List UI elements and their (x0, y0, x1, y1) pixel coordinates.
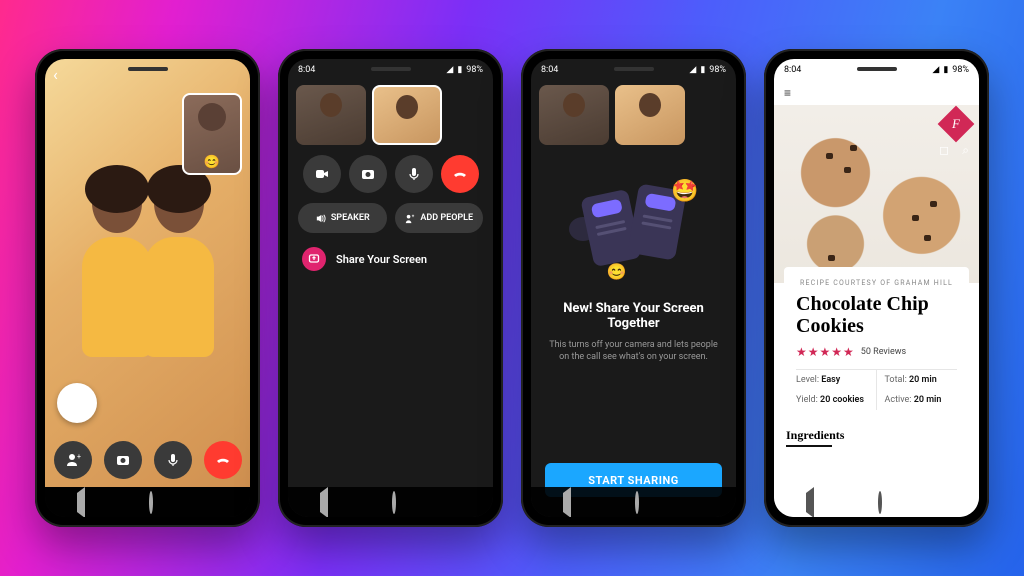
signal-icon: ▮ (943, 65, 948, 75)
nav-home-icon[interactable] (635, 493, 639, 512)
star-rating-icon: ★★★★★ (796, 345, 855, 359)
nav-back-icon[interactable] (563, 493, 571, 512)
back-chevron-icon[interactable]: ‹ (53, 65, 58, 84)
add-person-icon: + (65, 452, 81, 468)
wifi-icon: ◢ (446, 65, 453, 75)
recipe-card: RECIPE COURTESY OF GRAHAM HILL Chocolate… (784, 267, 969, 418)
reaction-emoji-icon: 😊 (204, 155, 220, 170)
call-controls: + (45, 441, 250, 479)
self-view-pip[interactable]: 😊 (182, 93, 242, 175)
add-people-button[interactable]: + ADD PEOPLE (395, 203, 484, 233)
signal-icon: ▮ (457, 65, 462, 75)
emoji-icon: 😊 (607, 262, 627, 281)
mute-button[interactable] (395, 155, 433, 193)
heading-underline (786, 445, 832, 447)
battery-label: 98% (952, 65, 969, 75)
status-bar: 8:04 ◢ ▮ 98% (531, 59, 736, 81)
screen-1: ‹ 😊 + (45, 59, 250, 517)
screen-2: 8:04 ◢ ▮ 98% (288, 59, 493, 517)
microphone-icon (406, 166, 422, 182)
phone-hangup-icon (451, 165, 469, 183)
participant-thumb[interactable] (296, 85, 366, 145)
camera-icon (115, 452, 131, 468)
camera-icon (360, 166, 376, 182)
share-screen-badge-icon (302, 247, 326, 271)
android-nav-bar (774, 487, 979, 517)
brand-badge[interactable]: F (938, 106, 975, 143)
phone-mockup-2: 8:04 ◢ ▮ 98% (278, 49, 503, 527)
phone-mockup-4: 8:04 ◢ ▮ 98% ≡ F ◻ ⌕ RECIPE COURTESY OF … (764, 49, 989, 527)
participant-thumbnails (288, 81, 493, 149)
participant-thumb[interactable] (615, 85, 685, 145)
nav-home-icon[interactable] (149, 493, 153, 512)
bookmark-icon[interactable]: ◻ (939, 143, 949, 157)
end-call-button[interactable] (441, 155, 479, 193)
nav-back-icon[interactable] (320, 493, 328, 512)
nav-back-icon[interactable] (806, 493, 814, 512)
status-bar: 8:04 ◢ ▮ 98% (774, 59, 979, 81)
status-time: 8:04 (541, 65, 558, 75)
search-icon[interactable]: ⌕ (962, 143, 969, 158)
recipe-courtesy: RECIPE COURTESY OF GRAHAM HILL (796, 279, 957, 287)
speaker-icon (315, 213, 326, 224)
flip-camera-button[interactable] (104, 441, 142, 479)
mute-button[interactable] (154, 441, 192, 479)
android-nav-bar (45, 487, 250, 517)
nav-home-icon[interactable] (878, 493, 882, 512)
recipe-hero-image: F ◻ ⌕ (774, 105, 979, 283)
nav-home-icon[interactable] (392, 493, 396, 512)
menu-icon[interactable]: ≡ (784, 86, 791, 100)
speaker-label: SPEAKER (331, 213, 370, 223)
ingredients-heading: Ingredients (786, 428, 967, 443)
phone-hangup-icon (214, 451, 232, 469)
recipe-title: Chocolate Chip Cookies (796, 293, 957, 337)
emoji-icon: 🤩 (671, 179, 698, 204)
add-person-button[interactable]: + (54, 441, 92, 479)
android-nav-bar (531, 487, 736, 517)
secondary-controls: SPEAKER + ADD PEOPLE (288, 199, 493, 237)
share-screen-promo: 😊 🤩 New! Share Your Screen Together This… (531, 149, 736, 517)
promo-subtitle: This turns off your camera and lets peop… (545, 339, 722, 363)
svg-text:+: + (77, 453, 81, 461)
end-call-button[interactable] (204, 441, 242, 479)
phone-mockup-1: ‹ 😊 + (35, 49, 260, 527)
microphone-icon (165, 452, 181, 468)
participant-thumb-self[interactable] (372, 85, 442, 145)
participant-thumb[interactable] (539, 85, 609, 145)
nav-back-icon[interactable] (77, 493, 85, 512)
participant-thumbnails (531, 81, 736, 149)
reviews-count: 50 Reviews (861, 347, 906, 357)
android-nav-bar (288, 487, 493, 517)
screen-4: 8:04 ◢ ▮ 98% ≡ F ◻ ⌕ RECIPE COURTESY OF … (774, 59, 979, 517)
status-time: 8:04 (298, 65, 315, 75)
svg-text:+: + (412, 214, 415, 219)
battery-label: 98% (709, 65, 726, 75)
phone-mockup-3: 8:04 ◢ ▮ 98% 😊 🤩 New! Share Your Screen … (521, 49, 746, 527)
share-screen-label: Share Your Screen (336, 253, 427, 266)
camera-shutter-button[interactable] (57, 383, 97, 423)
recipe-meta: Level: Easy Total: 20 min Yield: 20 cook… (796, 369, 957, 410)
status-time: 8:04 (784, 65, 801, 75)
battery-label: 98% (466, 65, 483, 75)
add-person-icon: + (404, 213, 415, 224)
promo-illustration: 😊 🤩 (569, 173, 699, 283)
share-screen-row[interactable]: Share Your Screen (288, 237, 493, 281)
wifi-icon: ◢ (932, 65, 939, 75)
flip-camera-button[interactable] (349, 155, 387, 193)
start-sharing-label: START SHARING (588, 474, 678, 487)
signal-icon: ▮ (700, 65, 705, 75)
status-bar: 8:04 ◢ ▮ 98% (288, 59, 493, 81)
speaker-button[interactable]: SPEAKER (298, 203, 387, 233)
toggle-video-button[interactable] (303, 155, 341, 193)
app-top-bar: ≡ (774, 81, 979, 105)
call-controls (288, 149, 493, 199)
video-icon (314, 166, 330, 182)
screen-3: 8:04 ◢ ▮ 98% 😊 🤩 New! Share Your Screen … (531, 59, 736, 517)
add-people-label: ADD PEOPLE (420, 213, 473, 223)
rating-row[interactable]: ★★★★★ 50 Reviews (796, 345, 957, 359)
wifi-icon: ◢ (689, 65, 696, 75)
promo-title: New! Share Your Screen Together (545, 301, 722, 331)
